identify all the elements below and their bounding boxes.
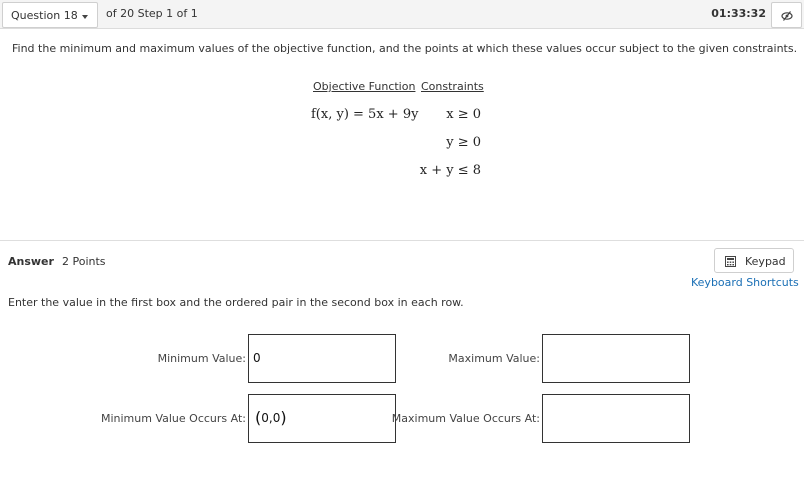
points-label: 2 Points xyxy=(62,255,106,268)
min-at-input[interactable]: (0,0) xyxy=(248,394,396,443)
min-at-label: Minimum Value Occurs At: xyxy=(100,412,246,425)
min-at-text: 0,0 xyxy=(261,411,281,425)
question-selector[interactable]: Question 18 xyxy=(2,2,98,28)
top-bar: Question 18 of 20 Step 1 of 1 01:33:32 xyxy=(0,0,804,29)
ordered-pair: (0,0) xyxy=(255,408,287,427)
constraint-1: x ≥ 0 xyxy=(446,107,481,122)
keypad-button-label: Keypad xyxy=(745,255,786,268)
step-indicator: of 20 Step 1 of 1 xyxy=(106,7,198,20)
constraints-header: Constraints xyxy=(421,80,484,93)
max-at-label: Maximum Value Occurs At: xyxy=(391,412,540,425)
objective-function-header: Objective Function xyxy=(313,80,416,93)
min-value-text: 0 xyxy=(253,351,261,365)
calculator-icon xyxy=(725,256,736,267)
keyboard-shortcuts-link[interactable]: Keyboard Shortcuts xyxy=(691,276,799,289)
objective-function: f(x, y) = 5x + 9y xyxy=(311,107,419,122)
answer-label: Answer xyxy=(8,255,54,268)
min-value-label: Minimum Value: xyxy=(157,352,246,365)
caret-down-icon xyxy=(82,15,88,19)
constraint-2: y ≥ 0 xyxy=(446,135,481,150)
question-selector-label: Question 18 xyxy=(11,9,78,22)
max-value-input[interactable] xyxy=(542,334,690,383)
keypad-button[interactable]: Keypad xyxy=(714,248,794,273)
constraint-3: x + y ≤ 8 xyxy=(419,163,481,178)
max-value-label: Maximum Value: xyxy=(448,352,540,365)
max-at-input[interactable] xyxy=(542,394,690,443)
section-divider xyxy=(0,240,804,241)
question-prompt: Find the minimum and maximum values of t… xyxy=(12,42,798,55)
eye-slash-icon xyxy=(781,11,793,21)
problem-statement: Objective Function Constraints f(x, y) =… xyxy=(300,80,500,190)
answer-instruction: Enter the value in the first box and the… xyxy=(8,296,464,309)
hide-timer-button[interactable] xyxy=(771,2,802,28)
min-value-input[interactable]: 0 xyxy=(248,334,396,383)
timer: 01:33:32 xyxy=(711,7,766,20)
